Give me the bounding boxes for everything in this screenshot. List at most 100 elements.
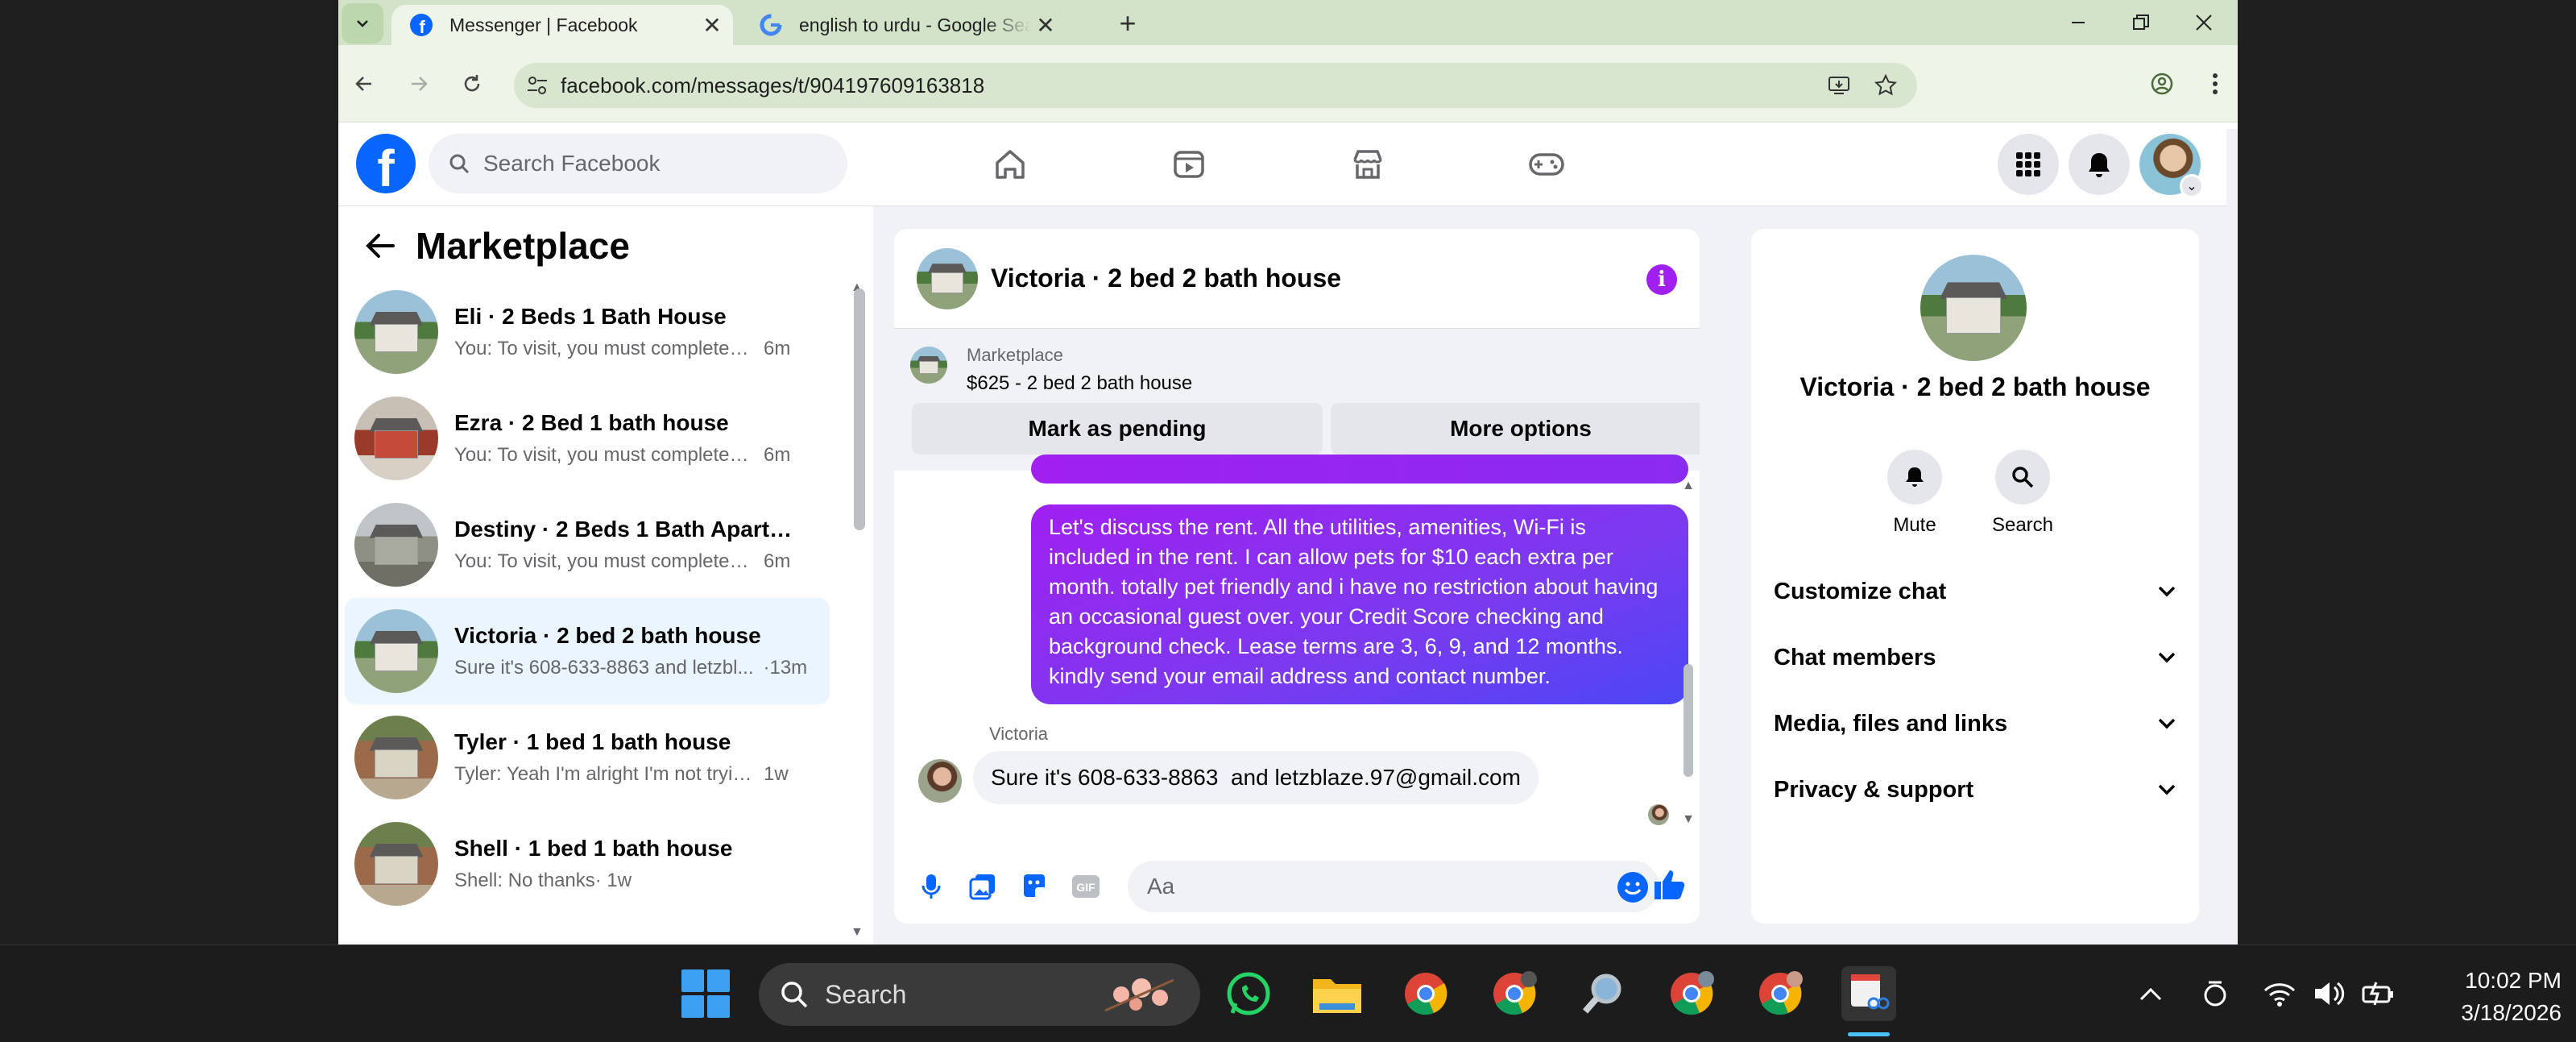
sync-status-icon[interactable]	[2188, 966, 2243, 1021]
restore-button[interactable]	[2107, 0, 2175, 45]
conversation-time: 6m	[764, 550, 791, 572]
marketplace-listing-banner: Marketplace $625 - 2 bed 2 bath house Ma…	[894, 329, 1700, 471]
conversation-name: Shell · 1 bed 1 bath house	[454, 836, 733, 861]
chat-avatar[interactable]	[917, 247, 978, 309]
magnifier-icon[interactable]	[1576, 966, 1630, 1021]
gif-icon[interactable]: GIF	[1068, 869, 1104, 904]
message-list: Let's discuss the rent. All the utilitie…	[894, 455, 1700, 833]
scroll-down-arrow[interactable]: ▼	[851, 925, 863, 940]
close-tab-icon[interactable]: ✕	[698, 12, 727, 39]
sender-avatar[interactable]	[918, 759, 962, 803]
received-message-bubble[interactable]: Sure it's 608-633-8863 and letzblaze.97@…	[973, 751, 1539, 804]
scroll-up-arrow[interactable]: ▲	[1682, 479, 1695, 493]
chrome-icon[interactable]	[1398, 966, 1453, 1021]
tab-title: Messenger | Facebook	[449, 14, 638, 35]
snipping-tool-icon[interactable]	[1841, 966, 1896, 1021]
chat-info-avatar[interactable]	[1920, 255, 2027, 361]
chat-title[interactable]: Victoria · 2 bed 2 bath house	[991, 264, 1341, 293]
conversation-item[interactable]: Eli · 2 Beds 1 Bath House You: To visit,…	[345, 279, 830, 385]
chat-members-row[interactable]: Chat members	[1774, 629, 2176, 687]
chat-info-name: Victoria · 2 bed 2 bath house	[1799, 372, 2151, 401]
close-window-button[interactable]	[2170, 0, 2238, 45]
customize-chat-row[interactable]: Customize chat	[1774, 563, 2176, 621]
minimize-button[interactable]	[2044, 0, 2112, 45]
search-conversation-button[interactable]: Search	[1986, 450, 2059, 537]
bookmark-star-icon[interactable]	[1874, 73, 1898, 98]
conversation-item[interactable]: Shell · 1 bed 1 bath house Shell: No tha…	[345, 811, 830, 917]
video-icon[interactable]	[1168, 143, 1210, 185]
chevron-down-icon	[2158, 784, 2176, 795]
whatsapp-icon[interactable]	[1221, 966, 1276, 1021]
svg-text:GIF: GIF	[1076, 881, 1095, 894]
tab-messenger[interactable]: f Messenger | Facebook ✕	[391, 5, 733, 45]
chat-scrollbar[interactable]	[1684, 664, 1693, 777]
back-button[interactable]	[348, 68, 380, 100]
show-hidden-icons-chevron-up-icon[interactable]	[2123, 966, 2178, 1021]
conversations-sidebar: Marketplace Eli · 2 Beds 1 Bath House Yo…	[338, 206, 873, 944]
gaming-icon[interactable]	[1526, 143, 1568, 185]
site-settings-icon[interactable]	[525, 73, 549, 98]
profile-avatar[interactable]: ⌄	[2139, 134, 2204, 198]
volume-icon[interactable]	[2302, 966, 2357, 1021]
browser-window: f Messenger | Facebook ✕ english to urdu…	[338, 0, 2238, 944]
clock-time: 10:02 PM	[2465, 968, 2562, 993]
page-scrollbar[interactable]	[2226, 129, 2238, 944]
windows-start-icon[interactable]	[678, 966, 733, 1021]
forward-button[interactable]	[403, 68, 435, 100]
menu-grid-icon[interactable]	[1998, 134, 2059, 195]
tab-title: english to urdu - Google Search	[799, 14, 1031, 35]
file-explorer-icon[interactable]	[1310, 966, 1365, 1021]
media-files-links-row[interactable]: Media, files and links	[1774, 695, 2176, 753]
taskbar-search[interactable]: Search	[759, 963, 1200, 1026]
sidebar-scrollbar[interactable]	[854, 289, 865, 530]
emoji-icon[interactable]	[1617, 872, 1648, 903]
wifi-icon[interactable]	[2252, 966, 2307, 1021]
title-bar: f Messenger | Facebook ✕ english to urdu…	[338, 0, 2238, 45]
more-options-button[interactable]: More options	[1331, 403, 1700, 455]
message-input[interactable]: Aa	[1128, 861, 1659, 912]
install-app-icon[interactable]	[1827, 73, 1851, 98]
privacy-support-row[interactable]: Privacy & support	[1774, 761, 2176, 819]
address-bar[interactable]: facebook.com/messages/t/904197609163818	[514, 63, 1917, 108]
marketplace-icon[interactable]	[1347, 143, 1389, 185]
listing-thumbnail	[354, 716, 438, 799]
home-icon[interactable]	[989, 143, 1031, 185]
mark-as-pending-button[interactable]: Mark as pending	[912, 403, 1323, 455]
sticker-icon[interactable]	[1017, 869, 1052, 904]
reload-button[interactable]	[456, 68, 488, 100]
info-icon[interactable]: i	[1646, 264, 1677, 295]
chrome-profile-icon[interactable]	[1487, 966, 1542, 1021]
taskbar-search-placeholder: Search	[825, 979, 907, 1009]
conversation-item[interactable]: Tyler · 1 bed 1 bath house Tyler: Yeah I…	[345, 704, 830, 811]
profile-icon[interactable]	[2146, 68, 2178, 100]
facebook-logo-icon[interactable]: f	[356, 134, 416, 193]
sent-message-bubble[interactable]: Let's discuss the rent. All the utilitie…	[1031, 504, 1688, 704]
system-clock[interactable]: 10:02 PM 3/18/2026	[2408, 965, 2562, 1029]
conversation-name: Destiny · 2 Beds 1 Bath Apartme...	[454, 517, 809, 542]
microphone-icon[interactable]	[913, 869, 949, 904]
sidebar-title: Marketplace	[416, 225, 630, 267]
notifications-bell-icon[interactable]	[2069, 134, 2130, 195]
menu-kebab-icon[interactable]	[2199, 68, 2231, 100]
battery-charging-icon[interactable]	[2350, 966, 2405, 1021]
new-tab-button[interactable]: +	[1110, 6, 1145, 40]
mute-button[interactable]: Mute	[1878, 450, 1951, 537]
tab-google-search[interactable]: english to urdu - Google Search ✕	[741, 5, 1066, 45]
chevron-down-icon[interactable]: ⌄	[2180, 174, 2204, 198]
chrome-profile-icon[interactable]	[1664, 966, 1719, 1021]
photo-icon[interactable]	[965, 869, 1000, 904]
chat-info-panel: Victoria · 2 bed 2 bath house Mute Searc…	[1751, 229, 2199, 924]
conversation-item[interactable]: Ezra · 2 Bed 1 bath house You: To visit,…	[345, 385, 830, 492]
facebook-search-input[interactable]: Search Facebook	[429, 134, 847, 193]
message-bubble-partial	[1031, 455, 1688, 484]
tab-search-button[interactable]	[342, 3, 383, 44]
scroll-down-arrow[interactable]: ▼	[1682, 812, 1695, 827]
listing-price[interactable]: $625 - 2 bed 2 bath house	[967, 372, 1192, 395]
conversation-name: Ezra · 2 Bed 1 bath house	[454, 410, 729, 435]
back-arrow-icon[interactable]	[364, 231, 396, 260]
conversation-item-selected[interactable]: Victoria · 2 bed 2 bath house Sure it's …	[345, 598, 830, 704]
chrome-profile-icon[interactable]	[1753, 966, 1808, 1021]
thumbs-up-icon[interactable]	[1651, 867, 1687, 907]
conversation-item[interactable]: Destiny · 2 Beds 1 Bath Apartme... You: …	[345, 492, 830, 598]
close-tab-icon[interactable]: ✕	[1031, 12, 1060, 39]
